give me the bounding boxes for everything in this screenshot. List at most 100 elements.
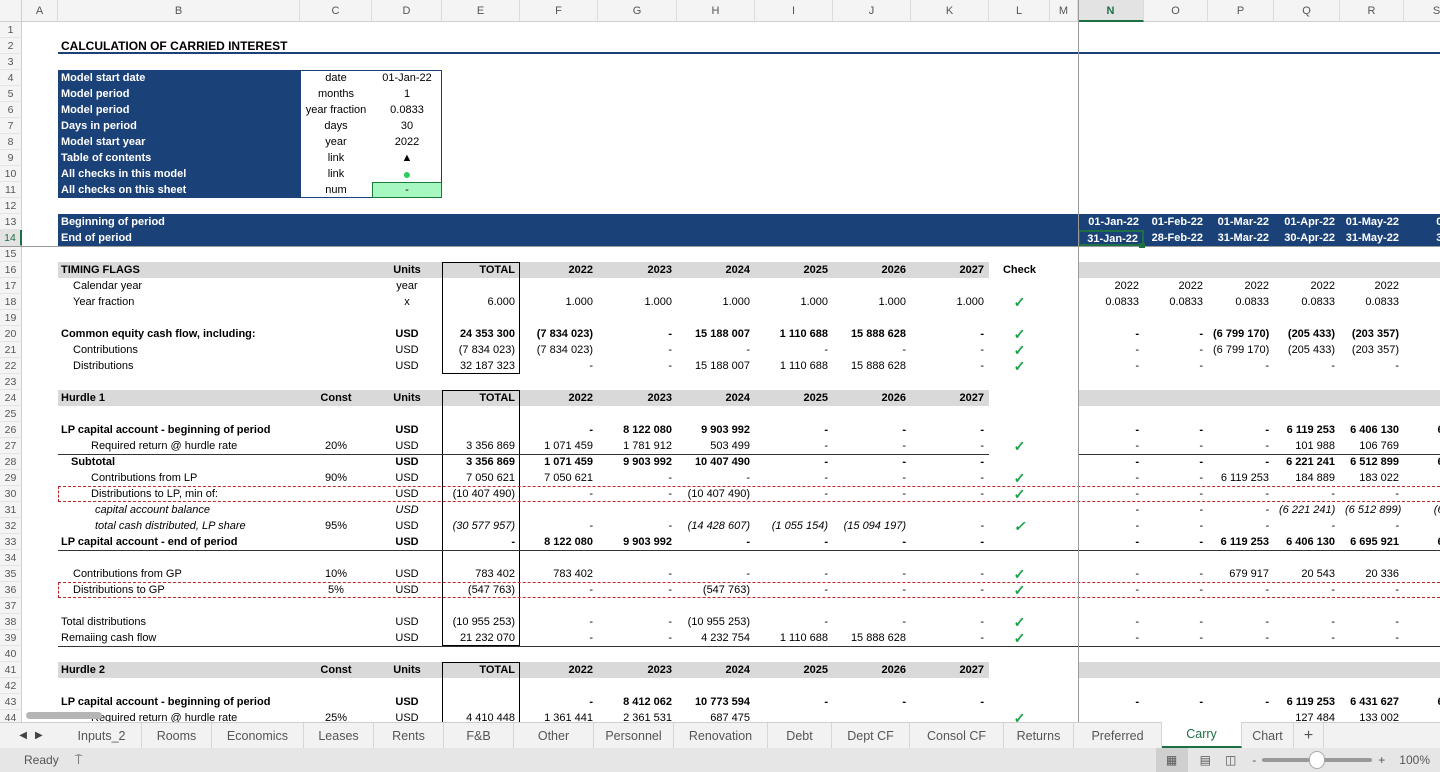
cell-d29[interactable]: USD — [372, 470, 442, 486]
row-header[interactable]: 24 — [0, 390, 22, 406]
cell-s26[interactable]: 6 695 — [1404, 422, 1440, 438]
cell-d5[interactable]: 1 — [372, 86, 442, 102]
cell-i18[interactable]: 1.000 — [755, 294, 833, 310]
accessibility-icon[interactable]: ⍑ — [75, 752, 83, 768]
row-header[interactable]: 31 — [0, 502, 22, 518]
cell-e29[interactable]: 7 050 621 — [442, 470, 520, 486]
cell-n29[interactable]: - — [1078, 470, 1144, 486]
cell-i28[interactable]: - — [755, 454, 833, 470]
check-icon[interactable]: ✓ — [989, 326, 1050, 342]
cell-n13[interactable]: 01-Jan-22 — [1078, 214, 1144, 230]
cell-g26[interactable]: 8 122 080 — [598, 422, 677, 438]
row-header[interactable]: 7 — [0, 118, 22, 134]
row-header[interactable]: 12 — [0, 198, 22, 214]
cell-i21[interactable]: - — [755, 342, 833, 358]
cell-q13[interactable]: 01-Apr-22 — [1274, 214, 1340, 230]
cell-i29[interactable]: - — [755, 470, 833, 486]
cell-i41[interactable]: 2025 — [755, 662, 833, 678]
cell-p22[interactable]: - — [1208, 358, 1274, 374]
cell-q27[interactable]: 101 988 — [1274, 438, 1340, 454]
column-header-e[interactable]: E — [442, 0, 520, 22]
row-header[interactable]: 21 — [0, 342, 22, 358]
cell-e39[interactable]: 21 232 070 — [442, 630, 520, 646]
row-header[interactable]: 1 — [0, 22, 22, 38]
row-header[interactable]: 6 — [0, 102, 22, 118]
cell-n36[interactable]: - — [1078, 582, 1144, 598]
row-header[interactable]: 29 — [0, 470, 22, 486]
cell-p33[interactable]: 6 119 253 — [1208, 534, 1274, 550]
cell-b9[interactable]: Table of contents — [58, 150, 300, 166]
cell-i39[interactable]: 1 110 688 — [755, 630, 833, 646]
cell-b2[interactable]: CALCULATION OF CARRIED INTEREST — [58, 38, 300, 54]
column-header-o[interactable]: O — [1144, 0, 1208, 22]
cell-h20[interactable]: 15 188 007 — [677, 326, 755, 342]
cell-e32[interactable]: (30 577 957) — [442, 518, 520, 534]
row-header[interactable]: 9 — [0, 150, 22, 166]
cell-d31[interactable]: USD — [372, 502, 442, 518]
cell-r36[interactable]: - — [1340, 582, 1404, 598]
column-header-k[interactable]: K — [911, 0, 989, 22]
cell-s44[interactable]: 140 — [1404, 710, 1440, 722]
cell-b6[interactable]: Model period — [58, 102, 300, 118]
cell-b30[interactable]: Distributions to LP, min of: — [58, 486, 300, 502]
cell-f18[interactable]: 1.000 — [520, 294, 598, 310]
row-header[interactable]: 8 — [0, 134, 22, 150]
check-icon[interactable]: ✓ — [989, 518, 1050, 534]
row-header[interactable]: 17 — [0, 278, 22, 294]
cell-k35[interactable]: - — [911, 566, 989, 582]
cell-q36[interactable]: - — [1274, 582, 1340, 598]
cell-c27[interactable]: 20% — [300, 438, 372, 454]
cell-p35[interactable]: 679 917 — [1208, 566, 1274, 582]
cell-p39[interactable]: - — [1208, 630, 1274, 646]
cell-d35[interactable]: USD — [372, 566, 442, 582]
cell-o21[interactable]: - — [1144, 342, 1208, 358]
cell-k30[interactable]: - — [911, 486, 989, 502]
cell-r21[interactable]: (203 357) — [1340, 342, 1404, 358]
cell-g28[interactable]: 9 903 992 — [598, 454, 677, 470]
sheet-tab-carry[interactable]: Carry — [1162, 722, 1242, 748]
cell-e36[interactable]: (547 763) — [442, 582, 520, 598]
row-header[interactable]: 43 — [0, 694, 22, 710]
sheet-tab-preferred[interactable]: Preferred — [1074, 723, 1162, 748]
cell-q20[interactable]: (205 433) — [1274, 326, 1340, 342]
cell-d21[interactable]: USD — [372, 342, 442, 358]
row-header[interactable]: 26 — [0, 422, 22, 438]
cell-r44[interactable]: 133 002 — [1340, 710, 1404, 722]
add-sheet-button[interactable]: + — [1294, 723, 1324, 748]
cell-h32[interactable]: (14 428 607) — [677, 518, 755, 534]
cell-n39[interactable]: - — [1078, 630, 1144, 646]
cell-b10[interactable]: All checks in this model — [58, 166, 300, 182]
row-header[interactable]: 3 — [0, 54, 22, 70]
cell-o26[interactable]: - — [1144, 422, 1208, 438]
cell-j43[interactable]: - — [833, 694, 911, 710]
column-header-a[interactable]: A — [22, 0, 58, 22]
cell-r32[interactable]: - — [1340, 518, 1404, 534]
column-header-p[interactable]: P — [1208, 0, 1274, 22]
cell-n26[interactable]: - — [1078, 422, 1144, 438]
cell-j28[interactable]: - — [833, 454, 911, 470]
cell-o36[interactable]: - — [1144, 582, 1208, 598]
cell-d38[interactable]: USD — [372, 614, 442, 630]
row-header[interactable]: 30 — [0, 486, 22, 502]
check-icon[interactable]: ✓ — [989, 342, 1050, 358]
cell-h18[interactable]: 1.000 — [677, 294, 755, 310]
cell-b32[interactable]: total cash distributed, LP share — [58, 518, 300, 534]
horizontal-scrollbar[interactable] — [26, 712, 102, 719]
cell-j35[interactable]: - — [833, 566, 911, 582]
row-header[interactable]: 39 — [0, 630, 22, 646]
cell-n35[interactable]: - — [1078, 566, 1144, 582]
cell-l16[interactable]: Check — [989, 262, 1050, 278]
cell-o43[interactable]: - — [1144, 694, 1208, 710]
check-icon[interactable]: ✓ — [989, 438, 1050, 454]
cell-r38[interactable]: - — [1340, 614, 1404, 630]
spreadsheet-grid[interactable]: A B C D E F G H I J K L M N O P Q R S 1 2 3 4 5 6 7 8 9 10 11 12 13 14 15… — [0, 0, 1440, 722]
cell-o39[interactable]: - — [1144, 630, 1208, 646]
cell-o30[interactable]: - — [1144, 486, 1208, 502]
cell-g16[interactable]: 2023 — [598, 262, 677, 278]
cell-e41[interactable]: TOTAL — [442, 662, 520, 678]
cell-b27[interactable]: Required return @ hurdle rate — [58, 438, 300, 454]
cell-q22[interactable]: - — [1274, 358, 1340, 374]
cell-d27[interactable]: USD — [372, 438, 442, 454]
cell-g39[interactable]: - — [598, 630, 677, 646]
row-header[interactable]: 10 — [0, 166, 22, 182]
